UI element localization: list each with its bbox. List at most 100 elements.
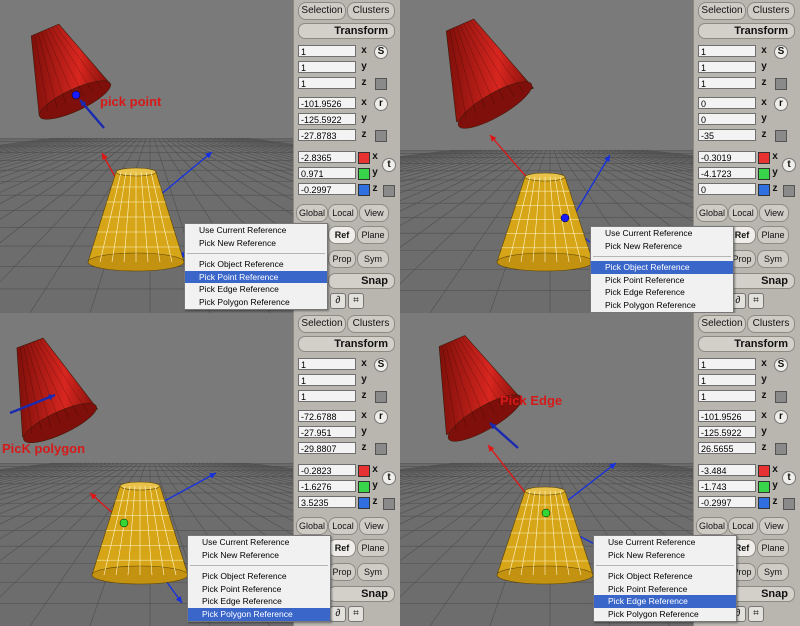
local-button[interactable]: Local [728, 517, 758, 535]
red-cone[interactable] [445, 18, 537, 136]
menu-item-pick-edge-reference[interactable]: Pick Edge Reference [185, 283, 327, 296]
menu-item-pick-object-reference[interactable]: Pick Object Reference [188, 570, 330, 583]
tab-selection[interactable]: Selection [698, 315, 746, 333]
y-axis-color-icon[interactable] [758, 481, 770, 493]
tab-selection[interactable]: Selection [298, 315, 346, 333]
translation-options-icon[interactable] [783, 498, 795, 510]
scale-x-field[interactable]: 1 [298, 45, 356, 57]
scale-y-field[interactable]: 1 [298, 61, 356, 73]
plane-button[interactable]: Plane [757, 226, 789, 244]
tab-selection[interactable]: Selection [298, 2, 346, 20]
x-axis-color-icon[interactable] [358, 465, 370, 477]
translation-z-field[interactable]: 3.5235 [298, 496, 356, 508]
scale-z-field[interactable]: 1 [298, 77, 356, 89]
snap-grid-icon[interactable]: ⌗ [348, 293, 364, 309]
menu-item-use-current-reference[interactable]: Use Current Reference [591, 227, 733, 240]
local-button[interactable]: Local [728, 204, 758, 222]
scale-z-field[interactable]: 1 [698, 390, 756, 402]
scale-options-icon[interactable] [375, 78, 387, 90]
translate-button[interactable]: t [782, 471, 796, 485]
ref-button[interactable]: Ref [328, 539, 356, 557]
translation-x-field[interactable]: -2.8365 [298, 151, 356, 163]
menu-item-pick-polygon-reference[interactable]: Pick Polygon Reference [591, 299, 733, 312]
red-cone[interactable] [16, 337, 101, 450]
translation-y-field[interactable]: -1.6276 [298, 480, 356, 492]
menu-item-pick-object-reference[interactable]: Pick Object Reference [185, 258, 327, 271]
menu-item-pick-point-reference[interactable]: Pick Point Reference [591, 274, 733, 287]
translate-button[interactable]: t [382, 471, 396, 485]
x-axis-color-icon[interactable] [358, 152, 370, 164]
translation-z-field[interactable]: -0.2997 [298, 183, 356, 195]
scale-y-field[interactable]: 1 [698, 374, 756, 386]
snap-grid-icon[interactable]: ⌗ [348, 606, 364, 622]
ref-button[interactable]: Ref [328, 226, 356, 244]
rotation-options-icon[interactable] [375, 443, 387, 455]
snap-grid-icon[interactable]: ⌗ [748, 606, 764, 622]
translation-options-icon[interactable] [383, 498, 395, 510]
sym-button[interactable]: Sym [357, 563, 389, 581]
view-button[interactable]: View [359, 204, 389, 222]
scale-button[interactable]: S [374, 45, 388, 59]
z-axis-color-icon[interactable] [758, 184, 770, 196]
scale-x-field[interactable]: 1 [698, 358, 756, 370]
view-button[interactable]: View [359, 517, 389, 535]
x-axis-color-icon[interactable] [758, 465, 770, 477]
translation-z-field[interactable]: 0 [698, 183, 756, 195]
scale-x-field[interactable]: 1 [298, 358, 356, 370]
translation-x-field[interactable]: -3.484 [698, 464, 756, 476]
rotation-y-field[interactable]: 0 [698, 113, 756, 125]
sym-button[interactable]: Sym [357, 250, 389, 268]
menu-item-use-current-reference[interactable]: Use Current Reference [594, 536, 736, 549]
tab-clusters[interactable]: Clusters [347, 315, 395, 333]
rotate-button[interactable]: r [374, 97, 388, 111]
rotation-z-field[interactable]: 26.5655 [698, 442, 756, 454]
rotate-button[interactable]: r [374, 410, 388, 424]
global-button[interactable]: Global [696, 204, 728, 222]
prop-button[interactable]: Prop [328, 563, 356, 581]
sym-button[interactable]: Sym [757, 563, 789, 581]
menu-item-pick-polygon-reference[interactable]: Pick Polygon Reference [185, 296, 327, 309]
menu-item-pick-object-reference[interactable]: Pick Object Reference [591, 261, 733, 274]
rotation-z-field[interactable]: -27.8783 [298, 129, 356, 141]
snap-grid-icon[interactable]: ⌗ [748, 293, 764, 309]
menu-item-pick-edge-reference[interactable]: Pick Edge Reference [594, 595, 736, 608]
rotation-x-field[interactable]: -101.9526 [698, 410, 756, 422]
red-cone[interactable] [30, 23, 115, 126]
z-axis-color-icon[interactable] [358, 497, 370, 509]
menu-item-pick-new-reference[interactable]: Pick New Reference [591, 240, 733, 253]
tab-clusters[interactable]: Clusters [347, 2, 395, 20]
tab-clusters[interactable]: Clusters [747, 315, 795, 333]
scale-y-field[interactable]: 1 [298, 374, 356, 386]
rotation-y-field[interactable]: -125.5922 [698, 426, 756, 438]
rotate-button[interactable]: r [774, 97, 788, 111]
translation-y-field[interactable]: 0.971 [298, 167, 356, 179]
menu-item-pick-object-reference[interactable]: Pick Object Reference [594, 570, 736, 583]
view-button[interactable]: View [759, 517, 789, 535]
menu-item-pick-new-reference[interactable]: Pick New Reference [185, 237, 327, 250]
rotate-button[interactable]: r [774, 410, 788, 424]
global-button[interactable]: Global [696, 517, 728, 535]
plane-button[interactable]: Plane [357, 226, 389, 244]
z-axis-color-icon[interactable] [358, 184, 370, 196]
prop-button[interactable]: Prop [328, 250, 356, 268]
scale-z-field[interactable]: 1 [698, 77, 756, 89]
y-axis-color-icon[interactable] [758, 168, 770, 180]
translate-button[interactable]: t [782, 158, 796, 172]
scale-x-field[interactable]: 1 [698, 45, 756, 57]
scale-button[interactable]: S [774, 358, 788, 372]
y-axis-color-icon[interactable] [358, 481, 370, 493]
rotation-y-field[interactable]: -125.5922 [298, 113, 356, 125]
scale-button[interactable]: S [374, 358, 388, 372]
translation-y-field[interactable]: -1.743 [698, 480, 756, 492]
y-axis-color-icon[interactable] [358, 168, 370, 180]
global-button[interactable]: Global [296, 204, 328, 222]
plane-button[interactable]: Plane [357, 539, 389, 557]
menu-item-pick-point-reference[interactable]: Pick Point Reference [185, 270, 327, 284]
scale-options-icon[interactable] [775, 391, 787, 403]
rotation-x-field[interactable]: 0 [698, 97, 756, 109]
tab-clusters[interactable]: Clusters [747, 2, 795, 20]
local-button[interactable]: Local [328, 517, 358, 535]
plane-button[interactable]: Plane [757, 539, 789, 557]
menu-item-pick-point-reference[interactable]: Pick Point Reference [594, 583, 736, 596]
menu-item-use-current-reference[interactable]: Use Current Reference [188, 536, 330, 549]
